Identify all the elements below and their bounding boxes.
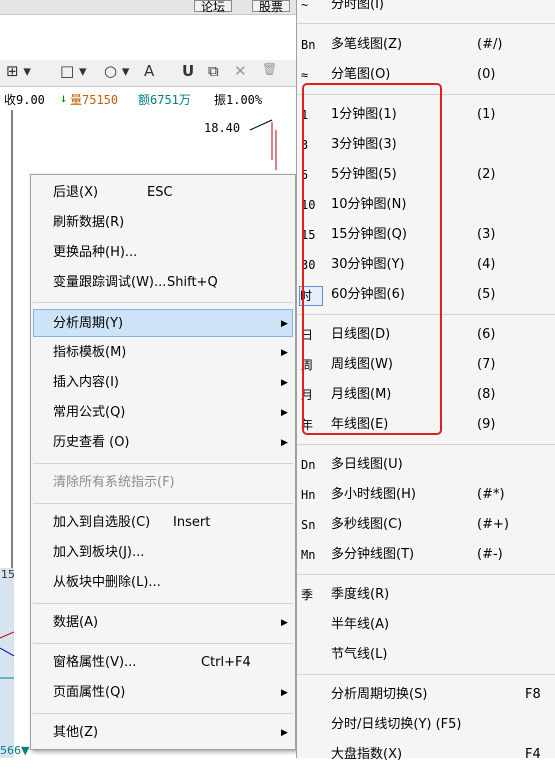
red-annotation-box [302,83,442,435]
menu-item-other[interactable]: 其他(Z) ▶ [33,719,293,747]
menu-separator [33,713,293,714]
submenu-item-multi-tick[interactable]: Bn 多笔线图(Z) (#/) [297,30,555,60]
context-menu: 后退(X) ESC 刷新数据(R) 更换品种(H)... 变量跟踪调试(W)...… [30,174,296,750]
delete-icon[interactable]: ✕ [234,62,247,80]
submenu-item-quarterly[interactable]: 季季度线(R) [297,580,555,610]
magnet-icon[interactable]: U [182,62,194,80]
menu-item-page-properties[interactable]: 页面属性(Q) ▶ [33,679,293,707]
grid-icon[interactable]: ⊞ ▾ [6,62,31,80]
submenu-item-half-year[interactable]: 半年线(A) [297,610,555,640]
menu-item-insert-content[interactable]: 插入内容(I) ▶ [33,369,293,397]
submenu-item-solar-term[interactable]: 节气线(L) [297,640,555,670]
menu-item-pane-properties[interactable]: 窗格属性(V)... Ctrl+F4 [33,649,293,677]
quote-bar: 收9.00 ↓ 量75150 额6751万 振1.00% [0,88,300,108]
multi-second-icon: Sn [301,518,316,532]
menu-separator [33,643,293,644]
submenu-item-timeshare-daily-switch[interactable]: 分时/日线切换(Y) (F5) [297,710,555,740]
menu-item-clear-indicators: 清除所有系统指示(F) [53,475,175,490]
submenu-item-period-switch[interactable]: 分析周期切换(S) F8 [297,680,555,710]
submenu-arrow-icon: ▶ [281,688,288,698]
timeshare-icon: ~ [301,0,309,12]
submenu-arrow-icon: ▶ [281,728,288,738]
bottom-value: 566▼ [0,744,30,757]
multi-tick-icon: Bn [301,38,316,52]
down-arrow-icon: ↓ [60,91,68,105]
menu-separator [33,603,293,604]
submenu-arrow-icon: ▶ [281,408,288,418]
menu-separator [297,674,555,675]
menu-separator [297,444,555,445]
menu-item-debug-variables[interactable]: 变量跟踪调试(W)... Shift+Q [33,269,293,297]
amount-value: 额6751万 [138,93,191,107]
menu-separator [33,503,293,504]
rectangle-icon[interactable]: □ ▾ [60,62,86,80]
menu-item-history-view[interactable]: 历史查看 (O) ▶ [33,429,293,457]
menu-separator [33,302,293,303]
menu-item-remove-from-sector[interactable]: 从板块中删除(L)... [33,569,293,597]
pane-label: 15 [1,568,15,581]
trash-icon[interactable]: 🗑 [262,62,277,76]
menu-item-add-to-sector[interactable]: 加入到板块(J)... [33,539,293,567]
menu-separator [297,574,555,575]
menu-item-change-symbol[interactable]: 更换品种(H)... [33,239,293,267]
drawing-toolbar: ⊞ ▾ □ ▾ ○ ▾ A U ⧉ ✕ 🗑 [0,60,300,87]
submenu-arrow-icon: ▶ [281,618,288,628]
menu-item-back[interactable]: 后退(X) ESC [33,179,293,207]
submenu-arrow-icon: ▶ [281,348,288,358]
multi-day-icon: Dn [301,458,316,472]
top-strip: 论坛 股票 [0,0,300,15]
stock-button[interactable]: 股票 [252,0,291,13]
lower-pane: 15 566▼ [0,568,29,758]
copy-icon[interactable]: ⧉ [208,62,219,80]
menu-item-common-formula[interactable]: 常用公式(Q) ▶ [33,399,293,427]
submenu-item-timeshare[interactable]: ~ 分时图(I) [297,0,555,20]
menu-item-indicator-template[interactable]: 指标模板(M) ▶ [33,339,293,367]
submenu-item-multi-day[interactable]: Dn 多日线图(U) [297,450,555,480]
submenu-arrow-icon: ▶ [281,319,288,329]
submenu-item-multi-hour[interactable]: Hn 多小时线图(H) (#*) [297,480,555,510]
menu-item-analysis-period[interactable]: 分析周期(Y) ▶ [33,309,293,337]
circle-icon[interactable]: ○ ▾ [104,62,129,80]
submenu-item-multi-second[interactable]: Sn 多秒线图(C) (#+) [297,510,555,540]
multi-hour-icon: Hn [301,488,316,502]
menu-item-add-watchlist[interactable]: 加入到自选股(C) Insert [33,509,293,537]
menu-item-data[interactable]: 数据(A) ▶ [33,609,293,637]
submenu-item-market-index[interactable]: 大盘指数(X) F4 [297,740,555,770]
submenu-item-multi-minute[interactable]: Mn 多分钟线图(T) (#-) [297,540,555,570]
price-label: 18.40 [204,121,241,135]
menu-separator [33,463,293,464]
multi-minute-icon: Mn [301,548,316,562]
indicator-lines [0,631,14,679]
submenu-arrow-icon: ▶ [281,378,288,388]
text-icon[interactable]: A [144,62,154,80]
menu-separator [297,23,555,24]
close-price: 收9.00 [4,93,45,107]
submenu-arrow-icon: ▶ [281,438,288,448]
forum-button[interactable]: 论坛 [194,0,233,13]
amplitude-value: 振1.00% [214,93,263,107]
volume-value: 量75150 [70,93,119,107]
menu-item-refresh[interactable]: 刷新数据(R) [33,209,293,237]
quarter-icon: 季 [301,588,314,602]
